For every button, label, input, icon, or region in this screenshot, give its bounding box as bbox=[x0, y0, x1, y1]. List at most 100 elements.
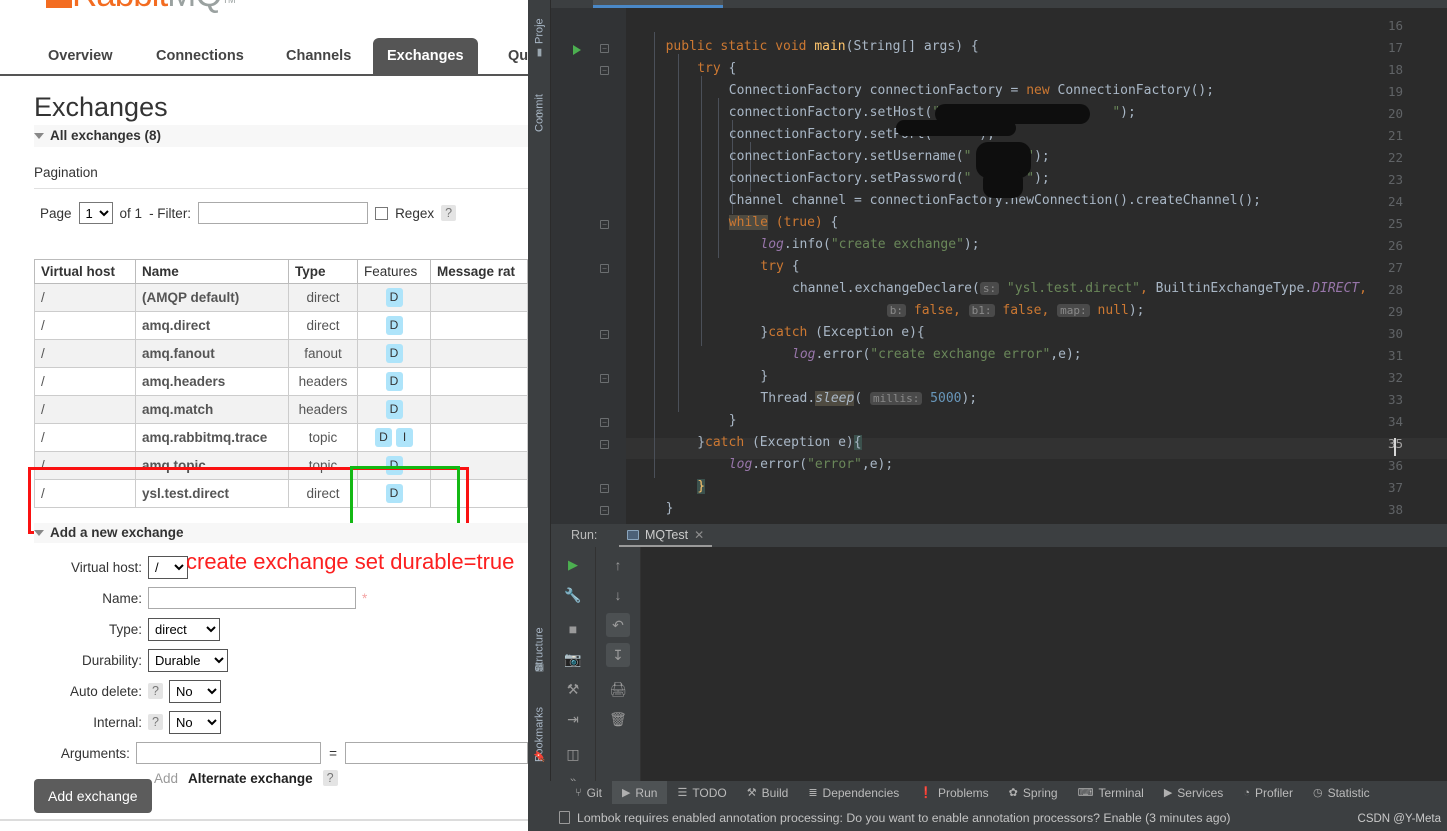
code-line-38[interactable]: } bbox=[666, 501, 674, 516]
code-fold-icon[interactable]: − bbox=[600, 66, 609, 75]
table-row[interactable]: / amq.fanout fanout D bbox=[34, 339, 528, 368]
virtual-host-select[interactable]: / bbox=[148, 555, 188, 579]
code-line-19[interactable]: ConnectionFactory connectionFactory = ne… bbox=[729, 83, 1214, 98]
code-fold-icon[interactable]: − bbox=[600, 44, 609, 53]
code-line-30[interactable]: }catch (Exception e){ bbox=[760, 325, 924, 340]
filter-input[interactable] bbox=[198, 202, 369, 224]
code-fold-icon[interactable]: − bbox=[600, 374, 609, 383]
code-line-32[interactable]: } bbox=[760, 369, 768, 384]
help-icon[interactable]: ? bbox=[148, 683, 163, 699]
stop-icon[interactable]: ■ bbox=[561, 617, 585, 641]
code-fold-icon[interactable]: − bbox=[600, 418, 609, 427]
bottom-tab-todo[interactable]: ☰ TODO bbox=[667, 781, 736, 804]
run-gutter-icon[interactable] bbox=[573, 45, 581, 55]
alternate-exchange-label[interactable]: Alternate exchange bbox=[188, 771, 313, 786]
argument-key-input[interactable] bbox=[135, 742, 322, 764]
print-icon[interactable]: 🖨 bbox=[606, 677, 630, 701]
column-header-virtual-host[interactable]: Virtual host bbox=[34, 259, 136, 284]
add-exchange-button[interactable]: Add exchange bbox=[34, 779, 152, 813]
arrow-up-icon[interactable]: ↑ bbox=[606, 553, 630, 577]
tab-channels[interactable]: Channels bbox=[272, 38, 365, 76]
code-editor[interactable]: 1617181920212223242526272829303132333435… bbox=[551, 8, 1447, 524]
internal-select[interactable]: No bbox=[168, 710, 221, 734]
bottom-tab-profiler[interactable]: ◔ Profiler bbox=[1233, 781, 1303, 804]
regex-checkbox[interactable] bbox=[375, 206, 389, 220]
tab-queues[interactable]: Qu bbox=[494, 38, 528, 76]
code-line-36[interactable]: log.error("error",e); bbox=[729, 457, 893, 472]
code-line-18[interactable]: try { bbox=[697, 61, 736, 76]
sidebar-tab-commit[interactable]: Commit bbox=[528, 68, 551, 132]
code-line-26[interactable]: log.info("create exchange"); bbox=[760, 237, 979, 252]
editor-tab-active[interactable] bbox=[593, 0, 723, 8]
all-exchanges-section-header[interactable]: All exchanges (8) bbox=[34, 125, 528, 147]
bottom-tab-dependencies[interactable]: ≣ Dependencies bbox=[798, 781, 909, 804]
table-row[interactable]: / amq.topic topic D bbox=[34, 451, 528, 480]
bottom-tab-services[interactable]: ▶ Services bbox=[1154, 781, 1233, 804]
page-select[interactable]: 1 bbox=[78, 202, 113, 224]
bottom-tab-problems[interactable]: ❗ Problems bbox=[909, 781, 998, 804]
sidebar-tab-project[interactable]: Proje bbox=[528, 0, 551, 44]
code-fold-icon[interactable]: − bbox=[600, 506, 609, 515]
code-line-31[interactable]: log.error("create exchange error",e); bbox=[792, 347, 1082, 362]
code-fold-icon[interactable]: − bbox=[600, 264, 609, 273]
table-row[interactable]: / amq.direct direct D bbox=[34, 311, 528, 340]
column-header-name[interactable]: Name bbox=[135, 259, 289, 284]
trash-icon[interactable]: 🗑 bbox=[606, 707, 630, 731]
table-row[interactable]: / amq.rabbitmq.trace topic D I bbox=[34, 423, 528, 452]
add-argument-link[interactable]: Add bbox=[154, 771, 178, 786]
add-exchange-section-header[interactable]: Add a new exchange bbox=[34, 523, 528, 543]
arrow-down-icon[interactable]: ↓ bbox=[606, 583, 630, 607]
name-input[interactable] bbox=[148, 587, 356, 609]
code-line-27[interactable]: try { bbox=[760, 259, 799, 274]
import-icon[interactable]: ⇥ bbox=[561, 707, 585, 731]
auto-delete-select[interactable]: No bbox=[168, 679, 221, 703]
tab-exchanges[interactable]: Exchanges bbox=[373, 38, 478, 76]
bottom-tab-terminal[interactable]: ⌨ Terminal bbox=[1068, 781, 1154, 804]
table-row[interactable]: / ysl.test.direct direct D bbox=[34, 479, 528, 508]
bottom-tab-run[interactable]: ▶ Run bbox=[611, 781, 668, 804]
code-line-33[interactable]: Thread.sleep( millis: 5000); bbox=[760, 391, 977, 406]
code-fold-icon[interactable]: − bbox=[600, 330, 609, 339]
tab-overview[interactable]: Overview bbox=[34, 38, 127, 76]
column-header-features[interactable]: Features bbox=[357, 259, 431, 284]
durability-select[interactable]: Durable bbox=[148, 648, 228, 672]
scroll-to-end-icon[interactable]: ↧ bbox=[606, 643, 630, 667]
argument-value-input[interactable] bbox=[345, 742, 528, 764]
rabbitmq-logo[interactable]: RabbitMQ TM bbox=[46, 0, 236, 12]
code-line-25[interactable]: while (true) { bbox=[728, 215, 838, 230]
run-config-tab[interactable]: MQTest ✕ bbox=[619, 524, 713, 547]
tab-connections[interactable]: Connections bbox=[142, 38, 258, 76]
run-console-output[interactable] bbox=[641, 547, 1447, 781]
bottom-tab-statistic[interactable]: ◷ Statistic bbox=[1303, 781, 1380, 804]
help-icon[interactable]: ? bbox=[322, 770, 338, 786]
type-select[interactable]: direct bbox=[148, 617, 220, 641]
column-header-message-rate[interactable]: Message rat bbox=[430, 259, 528, 284]
column-header-type[interactable]: Type bbox=[288, 259, 358, 284]
code-fold-icon[interactable]: − bbox=[600, 220, 609, 229]
code-line-37[interactable]: } bbox=[697, 479, 706, 494]
bottom-tab-build[interactable]: ⚒ Build bbox=[737, 781, 799, 804]
code-fold-icon[interactable]: − bbox=[600, 484, 609, 493]
code-line-35[interactable]: }catch (Exception e){ bbox=[697, 435, 862, 450]
table-row[interactable]: / amq.headers headers D bbox=[34, 367, 528, 396]
code-fold-icon[interactable]: − bbox=[600, 440, 609, 449]
code-line-28[interactable]: channel.exchangeDeclare(s: "ysl.test.dir… bbox=[792, 281, 1367, 296]
code-line-17[interactable]: public static void main(String[] args) { bbox=[666, 39, 979, 54]
help-icon[interactable]: ? bbox=[441, 205, 457, 221]
code-line-34[interactable]: } bbox=[729, 413, 737, 428]
help-icon[interactable]: ? bbox=[148, 714, 163, 730]
table-row[interactable]: / amq.match headers D bbox=[34, 395, 528, 424]
soft-wrap-icon[interactable]: ↶ bbox=[606, 613, 630, 637]
camera-icon[interactable]: 📷 bbox=[561, 647, 585, 671]
layout-icon[interactable]: ◫ bbox=[561, 742, 585, 766]
status-message[interactable]: Lombok requires enabled annotation proce… bbox=[577, 811, 1231, 825]
close-icon[interactable]: ✕ bbox=[694, 528, 704, 542]
bottom-tab-spring[interactable]: ✿ Spring bbox=[999, 781, 1068, 804]
wrench-icon[interactable]: 🔧 bbox=[561, 583, 585, 607]
thread-dump-icon[interactable]: ⚒ bbox=[561, 677, 585, 701]
rerun-icon[interactable]: ▶ bbox=[561, 553, 585, 577]
table-row[interactable]: / (AMQP default) direct D bbox=[34, 283, 528, 312]
bottom-tab-git[interactable]: ⑂ Git bbox=[565, 781, 612, 804]
editor-gutter[interactable] bbox=[551, 8, 626, 524]
code-line-29[interactable]: b: false, b1: false, map: null); bbox=[886, 303, 1144, 318]
